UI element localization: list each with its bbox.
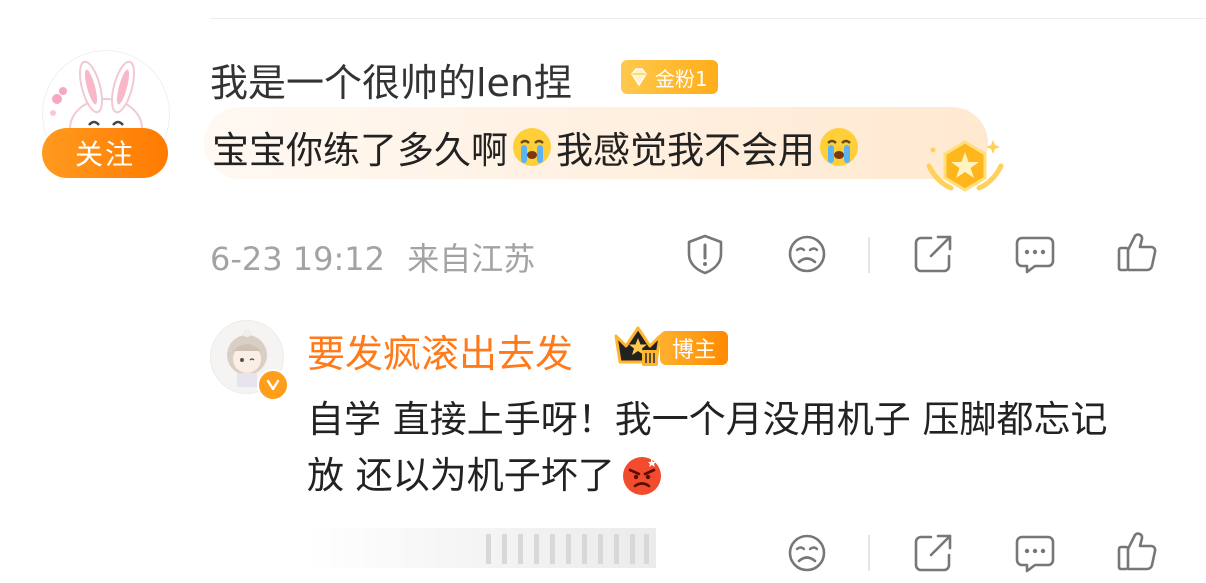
blogger-badge: 博主 bbox=[660, 331, 729, 365]
comment-location: 来自江苏 bbox=[407, 240, 536, 278]
like-icon[interactable] bbox=[1115, 230, 1159, 274]
fan-badge-label: 金粉1 bbox=[655, 66, 708, 91]
comment-username[interactable]: 我是一个很帅的len捏 bbox=[210, 52, 572, 107]
report-icon[interactable] bbox=[683, 232, 727, 276]
comment-timestamp: 6-23 19:12 bbox=[210, 240, 386, 278]
action-divider bbox=[868, 237, 870, 273]
top-divider bbox=[210, 18, 1206, 19]
crying-face-icon bbox=[820, 128, 858, 166]
fan-level-badge[interactable]: 金粉1 bbox=[621, 60, 718, 94]
comment-text-part1: 宝宝你练了多久啊 bbox=[212, 129, 508, 172]
reply-text: 自学 直接上手呀！我一个月没用机子 压脚都忘记 放 还以为机子坏了 bbox=[307, 392, 1187, 504]
action-divider bbox=[868, 535, 870, 571]
comment-text-part2: 我感觉我不会用 bbox=[556, 129, 815, 172]
dislike-icon[interactable] bbox=[785, 232, 829, 276]
share-icon[interactable] bbox=[911, 232, 955, 276]
like-icon[interactable] bbox=[1115, 529, 1159, 573]
reply-text-line1: 自学 直接上手呀！我一个月没用机子 压脚都忘记 bbox=[307, 398, 1108, 441]
reply-text-line2: 放 还以为机子坏了 bbox=[307, 454, 615, 497]
blurred-timestamp bbox=[306, 528, 656, 568]
share-icon[interactable] bbox=[911, 531, 955, 575]
follow-button[interactable]: 关注 bbox=[42, 128, 168, 178]
comment-icon[interactable] bbox=[1013, 531, 1057, 575]
crown-icon bbox=[614, 326, 662, 366]
dislike-icon[interactable] bbox=[785, 531, 829, 575]
comment-meta: 6-23 19:12 来自江苏 bbox=[210, 234, 535, 280]
angry-face-icon bbox=[622, 457, 661, 495]
verified-badge-icon bbox=[257, 369, 289, 401]
gold-medal-icon bbox=[926, 140, 1004, 192]
comment-text: 宝宝你练了多久啊 我感觉我不会用 bbox=[212, 120, 863, 174]
crying-face-icon bbox=[513, 128, 551, 166]
reply-username[interactable]: 要发疯滚出去发 bbox=[307, 323, 573, 378]
comment-icon[interactable] bbox=[1013, 232, 1057, 276]
reply-text-line2-wrap: 放 还以为机子坏了 bbox=[307, 448, 1187, 504]
diamond-icon bbox=[631, 68, 647, 87]
